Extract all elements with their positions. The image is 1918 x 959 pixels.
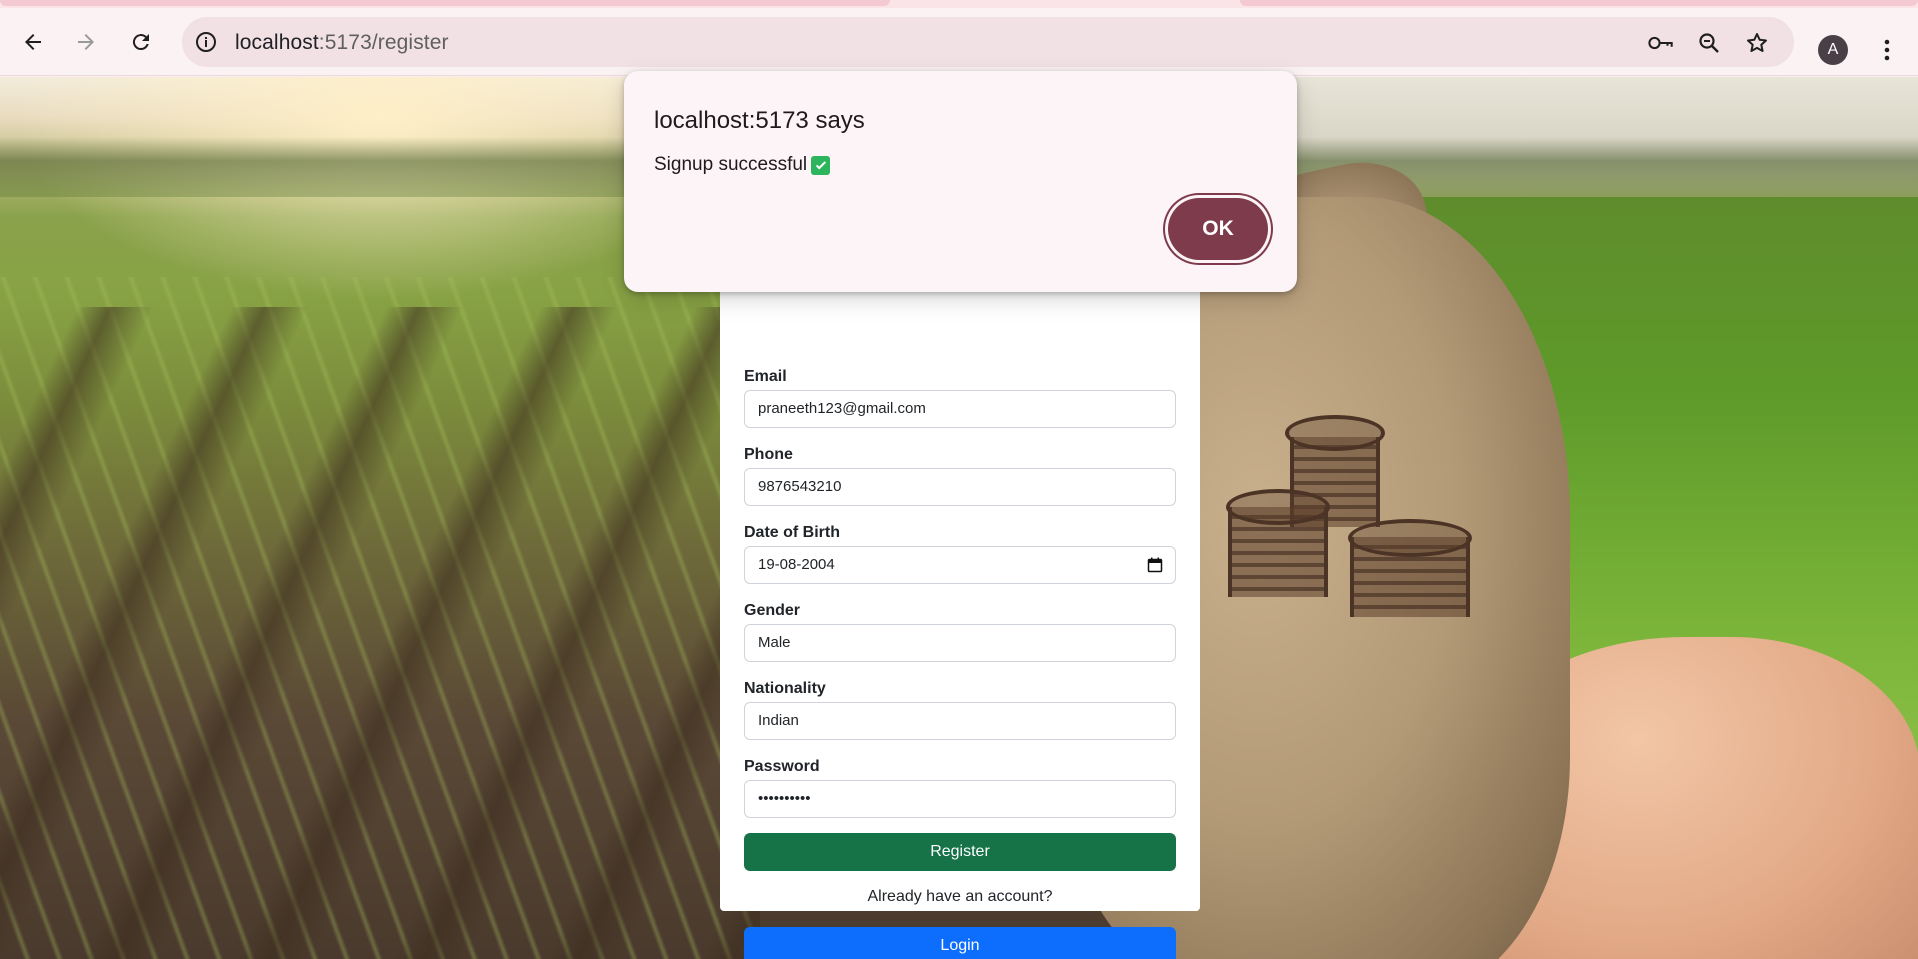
already-account-text: Already have an account? <box>867 888 1053 905</box>
profile-avatar[interactable]: A <box>1818 35 1848 65</box>
background-soil-rows <box>0 307 760 959</box>
back-button[interactable] <box>13 22 53 62</box>
browser-toolbar: localhost:5173/register A <box>0 8 1918 76</box>
info-icon[interactable] <box>194 30 218 54</box>
reload-button[interactable] <box>121 22 161 62</box>
dialog-message: Signup successful <box>654 154 831 176</box>
reload-icon <box>132 34 149 51</box>
url-host: localhost <box>235 31 319 54</box>
gender-field[interactable]: Male <box>744 624 1176 662</box>
key-icon[interactable] <box>1648 30 1674 56</box>
email-field[interactable]: praneeth123@gmail.com <box>744 390 1176 428</box>
zoom-icon[interactable] <box>1696 30 1722 56</box>
dob-group: Date of Birth 19-08-2004 <box>744 524 1176 584</box>
phone-group: Phone 9876543210 <box>744 446 1176 506</box>
tab-active[interactable] <box>0 0 890 6</box>
alert-dialog: localhost:5173 says Signup successful OK <box>624 71 1297 292</box>
tab-strip <box>0 0 1918 8</box>
dob-label: Date of Birth <box>744 524 840 541</box>
phone-field[interactable]: 9876543210 <box>744 468 1176 506</box>
password-group: Password •••••••••• <box>744 758 1176 818</box>
url-text[interactable]: localhost:5173/register <box>235 31 449 55</box>
email-group: Email praneeth123@gmail.com <box>744 368 1176 428</box>
url-path: :5173/register <box>318 31 449 54</box>
email-label: Email <box>744 368 787 385</box>
nationality-field[interactable]: Indian <box>744 702 1176 740</box>
ok-button[interactable]: OK <box>1168 198 1268 260</box>
dialog-title: localhost:5173 says <box>654 107 865 134</box>
nationality-label: Nationality <box>744 680 826 697</box>
more-vert-icon[interactable] <box>1872 30 1902 70</box>
background-coin <box>1348 519 1472 557</box>
forward-button[interactable] <box>66 22 106 62</box>
gender-group: Gender Male <box>744 602 1176 662</box>
dialog-message-text: Signup successful <box>654 154 808 175</box>
star-icon[interactable] <box>1744 30 1770 56</box>
back-arrow-icon <box>25 34 41 50</box>
forward-arrow-icon <box>78 34 94 50</box>
background-coin <box>1285 415 1385 451</box>
check-mark-icon <box>811 155 831 175</box>
register-button[interactable]: Register <box>744 833 1176 871</box>
password-field[interactable]: •••••••••• <box>744 780 1176 818</box>
background-coin <box>1226 489 1330 525</box>
register-card: Email praneeth123@gmail.com Phone 987654… <box>720 277 1200 959</box>
calendar-icon[interactable] <box>1147 557 1163 573</box>
tab-inactive[interactable] <box>1240 0 1918 6</box>
address-bar[interactable]: localhost:5173/register <box>182 17 1794 67</box>
nationality-group: Nationality Indian <box>744 680 1176 740</box>
gender-label: Gender <box>744 602 801 619</box>
phone-label: Phone <box>744 446 793 463</box>
login-button[interactable]: Login <box>744 927 1176 959</box>
dob-value: 19-08-2004 <box>758 556 835 573</box>
dob-field[interactable]: 19-08-2004 <box>744 546 1176 584</box>
password-label: Password <box>744 758 820 775</box>
